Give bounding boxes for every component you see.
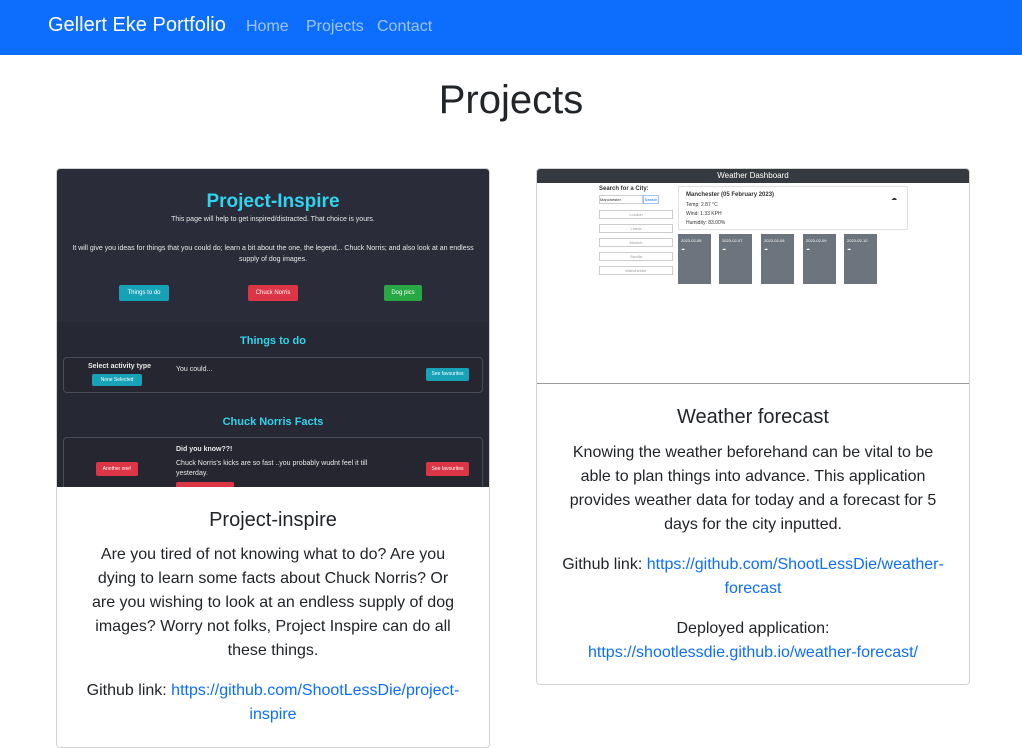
screenshot-see-fav-1: See favourites [426,368,469,381]
screenshot-chuck-button: Chuck Norris [248,285,298,301]
page-title: Projects [438,78,584,122]
screenshot-did-you-know: Did you know??! [176,446,233,453]
screenshot-heading: Project-Inspire [206,191,340,212]
project-card-weather: Weather Dashboard Search for a City: Man… [536,168,970,685]
project-title-weather: Weather forecast [677,406,829,428]
screenshot-history-3: Munich [599,238,673,247]
screenshot-day-4: 2023-02-09 ☁ [803,234,836,284]
screenshot-history-2: Leeds [599,224,673,233]
deployed-link-weather[interactable]: https://shootlessdie.github.io/weather-f… [588,644,918,661]
screenshot-another-button: Another one! [96,462,138,476]
screenshot-section-chuck: Chuck Norris Facts [222,416,324,428]
project-github-inspire: Github link: https://github.com/ShootLes… [75,679,471,727]
screenshot-intro: It will give you ideas for things that y… [72,245,474,263]
project-screenshot-inspire: Project-Inspire This page will help to g… [57,169,489,487]
screenshot-section-things: Things to do [240,335,306,347]
screenshot-history-4: Sevilla [599,252,673,261]
day-cloud-icon: ☁ [764,246,768,251]
screenshot-today-humidity: Humidity: 83.00% [686,220,726,226]
screenshot-day-2: 2023-02-07 ☁ [719,234,752,284]
screenshot-day-3: 2023-02-08 ☁ [761,234,794,284]
screenshot-select-label: Select activity type [88,363,152,370]
screenshot-day-5: 2023-02-10 ☁ [844,234,877,284]
screenshot-activity-box: Select activity type None Selected You c… [63,357,483,393]
screenshot-today-box: Manchester (05 February 2023) Temp: 2.87… [678,186,908,230]
day-cloud-icon: ☁ [681,246,685,251]
github-label: Github link: [86,682,167,699]
day-cloud-icon: ☁ [722,246,726,251]
deployed-label: Deployed application: [676,620,830,637]
screenshot-dog-button: Dog pics [384,285,422,301]
nav-link-home[interactable]: Home [246,18,289,36]
screenshot-subtitle: This page will help to get inspired/dist… [171,216,375,223]
screenshot-select: None Selected [92,374,142,386]
screenshot-today-temp: Temp: 2.87 °C [686,202,718,208]
project-deployed-weather: Deployed application: https://shootlessd… [555,617,951,665]
day-cloud-icon: ☁ [806,246,810,251]
screenshot-cut-button [176,482,234,487]
github-link-inspire[interactable]: https://github.com/ShootLessDie/project-… [171,682,459,723]
project-description-weather: Knowing the weather beforehand can be vi… [569,444,937,533]
screenshot-history-1: London [599,210,673,219]
screenshot-search-input: Manchester [599,195,643,204]
screenshot-things-button: Things to do [119,285,169,301]
project-title-inspire: Project-inspire [209,509,337,531]
screenshot-day-1: 2023-02-06 ☁ [678,234,711,284]
screenshot-today-wind: Wind: 1.33 KPH [686,211,722,217]
screenshot-fact: Chuck Norris's kicks are so fast ..you p… [176,460,368,477]
screenshot-search-label: Search for a City: [599,186,649,192]
project-screenshot-weather: Weather Dashboard Search for a City: Man… [537,169,969,385]
day-cloud-icon: ☁ [847,246,851,251]
navbar-brand[interactable]: Gellert Eke Portfolio [48,14,226,37]
github-link-weather[interactable]: https://github.com/ShootLessDie/weather-… [647,556,944,597]
screenshot-search-button: Search [643,195,659,204]
screenshot-chuck-box: Did you know??! Chuck Norris's kicks are… [63,437,483,487]
project-card-inspire: Project-Inspire This page will help to g… [56,168,490,748]
project-github-weather: Github link: https://github.com/ShootLes… [555,553,951,601]
screenshot-you-could: You could... [176,366,213,373]
nav-link-projects[interactable]: Projects [306,18,364,36]
screenshot-weather-header: Weather Dashboard [537,169,969,183]
nav-link-contact[interactable]: Contact [377,18,432,36]
screenshot-see-fav-2: See favourites [426,462,469,476]
screenshot-today-title: Manchester (05 February 2023) [686,192,775,198]
github-label: Github link: [562,556,643,573]
project-description-inspire: Are you tired of not knowing what to do?… [91,546,454,659]
navbar: Gellert Eke Portfolio Home Projects Cont… [0,0,1022,55]
screenshot-history-5: Manchester [599,266,673,275]
screenshot-today-cloud-icon: ☁ [891,196,897,202]
